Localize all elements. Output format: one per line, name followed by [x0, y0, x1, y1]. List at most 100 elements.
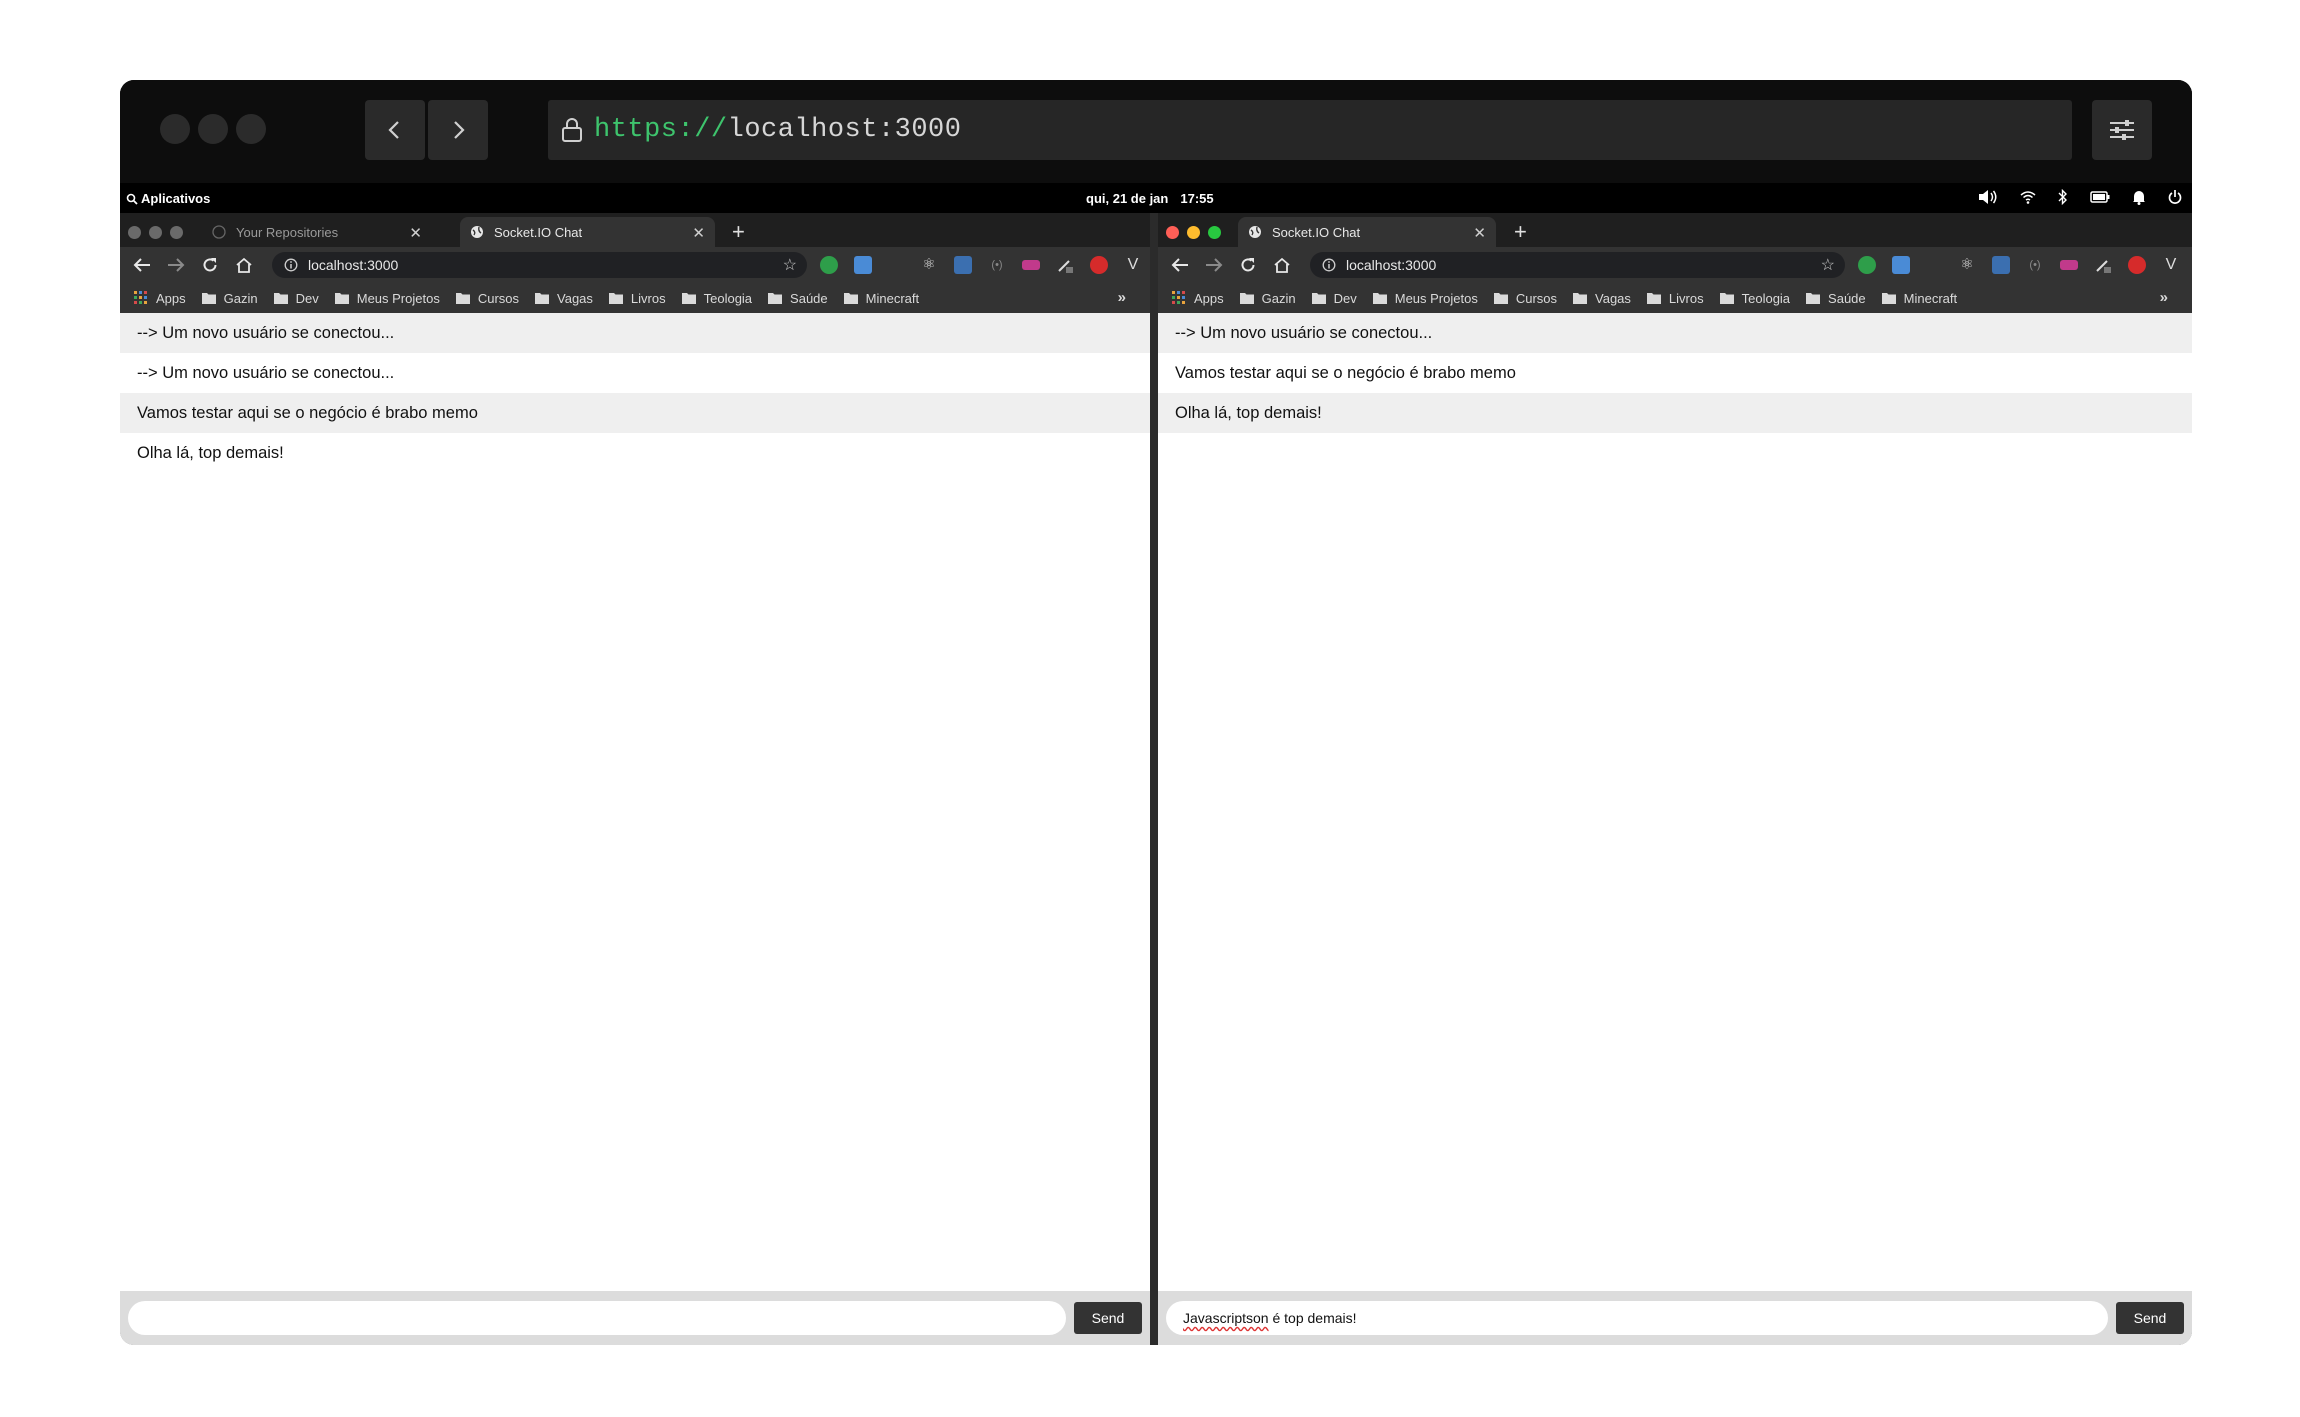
extension-faded-icon[interactable]: [888, 256, 906, 274]
power-icon[interactable]: [2168, 189, 2182, 205]
bookmark-folder[interactable]: Minecraft: [843, 291, 919, 306]
extension-green-icon[interactable]: [820, 256, 838, 274]
bookmark-folder[interactable]: Meus Projetos: [334, 291, 440, 306]
extension-signal-icon[interactable]: (•): [2026, 256, 2044, 274]
extension-pen-icon[interactable]: [1056, 256, 1074, 274]
volume-icon[interactable]: [1978, 189, 1998, 205]
close-icon[interactable]: ✕: [1473, 224, 1486, 242]
bookmark-folder[interactable]: Vagas: [1573, 291, 1631, 306]
maximize-dot[interactable]: [1208, 226, 1221, 239]
outer-url-text: https://localhost:3000: [594, 115, 961, 145]
tab-label: Socket.IO Chat: [1272, 224, 1361, 240]
outer-close-dot[interactable]: [160, 114, 190, 144]
folder-icon: [201, 292, 216, 304]
message-input[interactable]: [128, 1301, 1066, 1335]
window-divider[interactable]: [1150, 213, 1158, 1345]
folder-icon: [1881, 292, 1896, 304]
extension-screen-icon[interactable]: [854, 256, 872, 274]
react-devtools-icon[interactable]: ⚛: [1958, 256, 1976, 274]
folder-icon: [1372, 292, 1387, 304]
left-minimize-dot[interactable]: [149, 226, 162, 239]
bookmark-folder[interactable]: Cursos: [1493, 291, 1557, 306]
reload-icon[interactable]: [200, 255, 220, 275]
left-maximize-dot[interactable]: [170, 226, 183, 239]
bookmark-folder[interactable]: Livros: [608, 291, 666, 306]
bookmark-folder[interactable]: Dev: [1311, 291, 1357, 306]
send-button[interactable]: Send: [1074, 1302, 1142, 1334]
message-input[interactable]: Javascriptson é top demais!: [1166, 1301, 2108, 1335]
bookmark-folder[interactable]: Livros: [1646, 291, 1704, 306]
back-arrow-icon[interactable]: [1170, 255, 1190, 275]
outer-maximize-dot[interactable]: [236, 114, 266, 144]
bookmark-folder[interactable]: Gazin: [201, 291, 258, 306]
chevron-double-right-icon[interactable]: »: [1118, 289, 1126, 306]
bookmark-folder[interactable]: Gazin: [1239, 290, 1296, 306]
close-dot[interactable]: [1166, 226, 1179, 239]
extension-green-icon[interactable]: [1858, 256, 1876, 274]
extension-screen-icon[interactable]: [1892, 256, 1910, 274]
list-item: --> Um novo usuário se conectou...: [120, 313, 1150, 353]
extension-pen-icon[interactable]: [2094, 256, 2112, 274]
extension-red-icon[interactable]: [2128, 256, 2146, 274]
right-chat-form: Javascriptson é top demais! Send: [1158, 1291, 2192, 1345]
left-tab-socketio-chat[interactable]: Socket.IO Chat ✕: [460, 217, 715, 247]
bookmark-folder[interactable]: Minecraft: [1881, 290, 1958, 306]
back-arrow-icon[interactable]: [132, 255, 152, 275]
outer-forward-button[interactable]: [428, 100, 488, 160]
bookmark-folder[interactable]: Saúde: [1806, 291, 1866, 306]
reload-icon[interactable]: [1238, 255, 1258, 275]
vuejs-devtools-icon[interactable]: V: [2162, 256, 2180, 274]
outer-url-bar[interactable]: https://localhost:3000: [548, 100, 2072, 160]
bookmark-apps[interactable]: Apps: [1172, 291, 1224, 306]
close-icon[interactable]: ✕: [692, 224, 705, 242]
info-icon[interactable]: [284, 258, 298, 272]
info-icon[interactable]: [1322, 258, 1336, 272]
bookmark-star-icon[interactable]: ☆: [783, 255, 797, 275]
forward-arrow-icon[interactable]: [1204, 255, 1224, 275]
extension-pink-icon[interactable]: [2060, 260, 2078, 270]
forward-arrow-icon[interactable]: [166, 255, 186, 275]
left-close-dot[interactable]: [128, 226, 141, 239]
new-tab-button[interactable]: +: [732, 219, 745, 245]
extension-grid-icon[interactable]: [954, 256, 972, 274]
bookmark-folder[interactable]: Dev: [273, 291, 319, 306]
bookmark-label: Minecraft: [1903, 290, 1958, 306]
panel-clock[interactable]: qui, 21 de jan 17:55: [1086, 191, 1214, 206]
outer-settings-button[interactable]: [2092, 100, 2152, 160]
extension-grid-icon[interactable]: [1992, 256, 2010, 274]
send-button[interactable]: Send: [2116, 1302, 2184, 1334]
bookmark-folder[interactable]: Teologia: [1719, 291, 1790, 306]
outer-back-button[interactable]: [365, 100, 425, 160]
bookmark-label: Gazin: [1261, 290, 1296, 306]
right-tab-socketio-chat[interactable]: Socket.IO Chat ✕: [1238, 217, 1496, 247]
battery-icon[interactable]: [2090, 191, 2110, 203]
outer-minimize-dot[interactable]: [198, 114, 228, 144]
notification-bell-icon[interactable]: [2132, 189, 2146, 205]
new-tab-button[interactable]: +: [1514, 219, 1527, 245]
home-icon[interactable]: [234, 255, 254, 275]
left-tab-repositories[interactable]: Your Repositories ✕: [202, 217, 432, 247]
chevron-double-right-icon[interactable]: »: [2160, 289, 2168, 306]
home-icon[interactable]: [1272, 255, 1292, 275]
bookmark-folder[interactable]: Teologia: [681, 291, 752, 306]
activities-button[interactable]: Aplicativos: [126, 191, 210, 206]
extension-red-icon[interactable]: [1090, 256, 1108, 274]
minimize-dot[interactable]: [1187, 226, 1200, 239]
wifi-icon[interactable]: [2020, 190, 2036, 204]
system-tray[interactable]: [1978, 189, 2182, 205]
bookmark-folder[interactable]: Cursos: [455, 291, 519, 306]
extension-faded-icon[interactable]: [1926, 256, 1944, 274]
bookmark-folder[interactable]: Meus Projetos: [1372, 291, 1478, 306]
close-icon[interactable]: ✕: [409, 224, 422, 242]
bluetooth-icon[interactable]: [2058, 189, 2068, 205]
bookmark-star-icon[interactable]: ☆: [1821, 255, 1835, 275]
bookmark-folder[interactable]: Vagas: [535, 291, 593, 306]
extension-signal-icon[interactable]: (•): [988, 256, 1006, 274]
left-omnibox[interactable]: localhost:3000 ☆: [272, 252, 807, 278]
react-devtools-icon[interactable]: ⚛: [920, 256, 938, 274]
bookmark-folder[interactable]: Saúde: [768, 291, 828, 306]
right-omnibox[interactable]: localhost:3000 ☆: [1310, 252, 1845, 278]
vuejs-devtools-icon[interactable]: V: [1124, 256, 1142, 274]
extension-pink-icon[interactable]: [1022, 260, 1040, 270]
bookmark-apps[interactable]: Apps: [134, 291, 186, 306]
